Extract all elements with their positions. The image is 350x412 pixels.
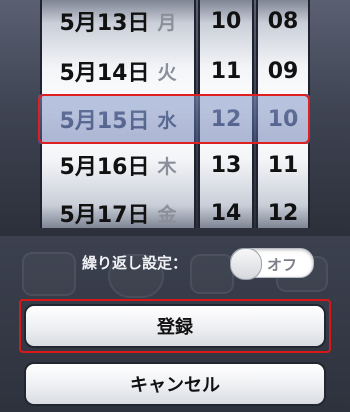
weekday-label: 金: [157, 203, 177, 226]
toggle-state-label: オフ: [267, 256, 298, 274]
hour-row-selected[interactable]: 12: [200, 96, 252, 142]
date-row[interactable]: 5月17日 金: [42, 190, 194, 228]
hour-wheel[interactable]: 10 11 12 13 14: [198, 0, 254, 228]
date-row[interactable]: 5月14日 火: [42, 48, 194, 94]
date-label: 5月15日: [59, 109, 150, 134]
minute-row[interactable]: 09: [258, 48, 308, 94]
minute-row[interactable]: 11: [258, 142, 308, 188]
date-label: 5月14日: [59, 61, 150, 86]
repeat-toggle[interactable]: オフ: [230, 248, 314, 280]
hour-row[interactable]: 14: [200, 190, 252, 228]
weekday-label: 月: [157, 11, 177, 34]
weekday-label: 火: [157, 61, 177, 84]
weekday-label: 木: [157, 155, 177, 178]
date-row[interactable]: 5月16日 木: [42, 142, 194, 188]
date-label: 5月16日: [59, 155, 150, 180]
date-label: 5月13日: [59, 11, 150, 36]
minute-row[interactable]: 08: [258, 0, 308, 44]
hour-row[interactable]: 11: [200, 48, 252, 94]
minute-wheel[interactable]: 08 09 10 11 12: [256, 0, 310, 228]
date-label: 5月17日: [59, 203, 150, 228]
hour-row[interactable]: 10: [200, 0, 252, 44]
weekday-label: 水: [157, 109, 177, 132]
date-row[interactable]: 5月13日 月: [42, 0, 194, 44]
cancel-button[interactable]: キャンセル: [24, 362, 326, 406]
box-icon: [190, 254, 234, 294]
date-wheel[interactable]: 5月13日 月 5月14日 火 5月15日 水 5月16日 木 5月17日 金: [40, 0, 196, 228]
minute-row-selected[interactable]: 10: [258, 96, 308, 142]
minute-row[interactable]: 12: [258, 190, 308, 228]
monitor-icon: [22, 252, 76, 296]
toggle-knob[interactable]: [230, 248, 262, 280]
date-row-selected[interactable]: 5月15日 水: [42, 96, 194, 142]
hour-row[interactable]: 13: [200, 142, 252, 188]
repeat-setting-label: 繰り返し設定：: [82, 254, 188, 272]
register-button[interactable]: 登録: [24, 304, 326, 348]
